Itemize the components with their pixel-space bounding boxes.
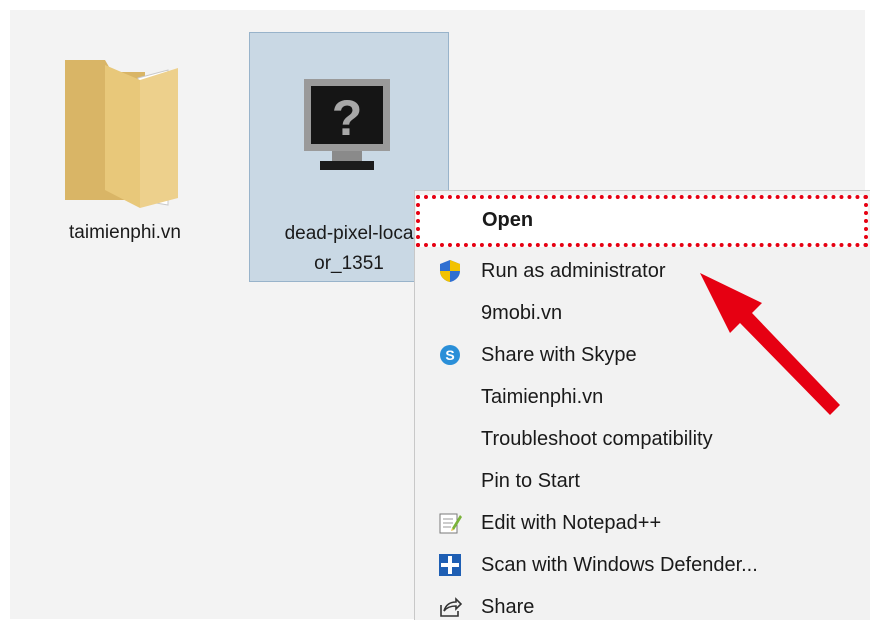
menu-item-label: Scan with Windows Defender... [481, 553, 758, 576]
share-icon [437, 594, 463, 620]
menu-item-label: Troubleshoot compatibility [481, 427, 713, 450]
menu-item-label: Pin to Start [481, 469, 580, 492]
svg-text:?: ? [332, 90, 363, 146]
folder-shortcut[interactable]: taimienphi.vn [50, 40, 200, 280]
folder-label: taimienphi.vn [69, 222, 181, 243]
uac-shield-icon [437, 258, 463, 284]
monitor-question-icon: ? [304, 79, 390, 170]
menu-item-pin-to-start[interactable]: Pin to Start [415, 460, 870, 502]
menu-item-share[interactable]: Share [415, 586, 870, 628]
menu-item-troubleshoot[interactable]: Troubleshoot compatibility [415, 418, 870, 460]
menu-item-edit-notepadpp[interactable]: Edit with Notepad++ [415, 502, 870, 544]
menu-item-label: Share with Skype [481, 343, 637, 366]
highlighted-open-label: Open [482, 209, 534, 231]
menu-item-label: Edit with Notepad++ [481, 511, 662, 534]
folder-icon [65, 60, 178, 208]
menu-item-label: Taimienphi.vn [481, 385, 604, 408]
arrow-annotation [700, 273, 840, 415]
menu-item-label: Share [481, 595, 535, 618]
menu-item-label: 9mobi.vn [481, 301, 563, 324]
skype-icon: S [437, 342, 463, 368]
svg-text:S: S [445, 347, 454, 363]
highlight-annotation: Open [416, 195, 868, 247]
menu-item-label: Run as administrator [481, 259, 666, 282]
defender-icon [437, 552, 463, 578]
menu-item-scan-defender[interactable]: Scan with Windows Defender... [415, 544, 870, 586]
notepadpp-icon [437, 510, 463, 536]
